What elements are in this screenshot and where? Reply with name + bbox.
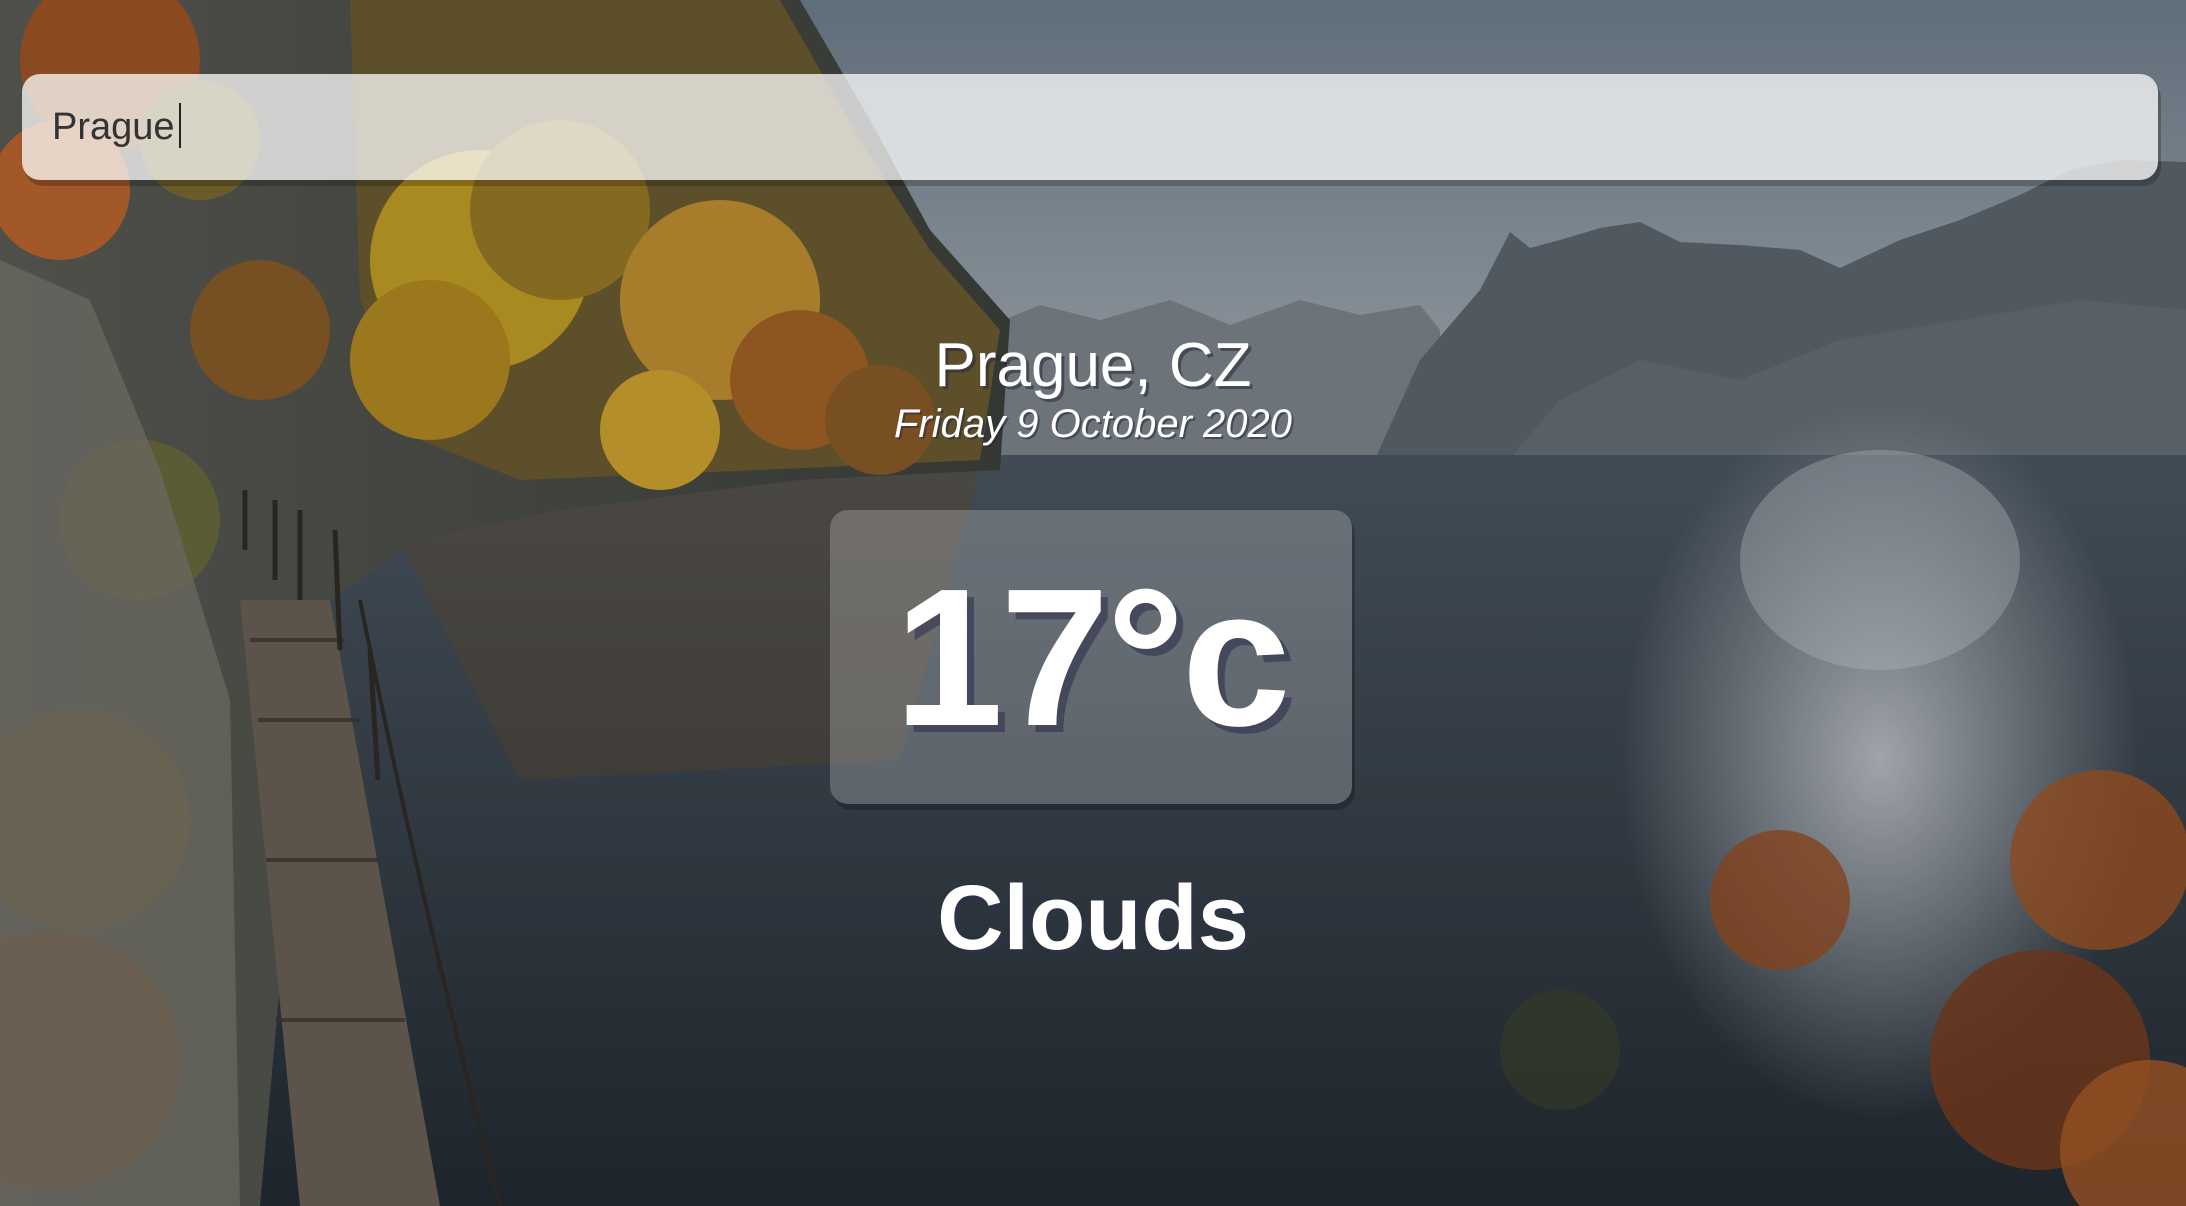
search-bar[interactable] [22, 74, 2158, 180]
text-cursor [179, 103, 181, 148]
weather-condition: Clouds [937, 867, 1249, 969]
temperature-card: 17°c [830, 510, 1352, 804]
date-label: Friday 9 October 2020 [894, 402, 1292, 446]
location-label: Prague, CZ [934, 331, 1252, 400]
city-search-input[interactable] [22, 74, 2158, 180]
temperature-value: 17°c [894, 547, 1290, 767]
